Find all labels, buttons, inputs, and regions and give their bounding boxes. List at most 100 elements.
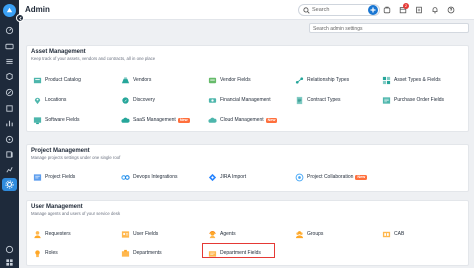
link-label: Project Fields (45, 174, 76, 180)
announcements-icon[interactable] (415, 6, 423, 14)
collapse-sidebar-button[interactable] (16, 14, 24, 22)
link-label: Contract Types (307, 97, 341, 103)
link-label: Groups (307, 231, 324, 237)
saas-management-link[interactable]: SaaS Management New (121, 114, 190, 126)
discovery-icon (121, 96, 130, 105)
link-label: Departments (133, 250, 162, 256)
link-label: Vendor Fields (220, 77, 251, 83)
asset-management-section: Asset Management Keep track of your asse… (26, 45, 469, 132)
projects-icon[interactable] (5, 135, 14, 144)
vendors-icon (121, 76, 130, 85)
groups-link[interactable]: Groups (295, 228, 323, 240)
jira-import-link[interactable]: JIRA Import (208, 171, 246, 183)
new-badge: New (265, 117, 278, 123)
problems-icon[interactable] (5, 57, 14, 66)
apps-grid-icon[interactable] (5, 258, 14, 267)
jira-icon (208, 173, 217, 182)
section-description: Manage projects settings under one singl… (31, 155, 121, 160)
link-label: Roles (45, 250, 58, 256)
financial-management-link[interactable]: Financial Management (208, 94, 271, 106)
link-label: Discovery (133, 97, 155, 103)
roles-icon (33, 249, 42, 258)
analytics-icon[interactable] (5, 119, 14, 128)
notification-count-badge: 2 (403, 3, 409, 9)
new-item-button[interactable] (368, 5, 378, 15)
reports-icon[interactable] (5, 165, 14, 174)
financial-icon (208, 96, 217, 105)
project-management-section: Project Management Manage projects setti… (26, 144, 469, 192)
new-badge: New (355, 174, 368, 180)
cab-icon (382, 230, 391, 239)
agents-headset-icon (208, 230, 217, 239)
app-logo-icon[interactable] (3, 4, 16, 17)
link-label: JIRA Import (220, 174, 247, 180)
solutions-icon[interactable] (5, 150, 14, 159)
departments-icon (121, 249, 130, 258)
admin-search-placeholder: Search admin settings (313, 25, 363, 32)
link-label: Asset Types & Fields (394, 77, 441, 83)
section-title: Asset Management (31, 49, 86, 55)
departments-link[interactable]: Departments (121, 247, 162, 259)
department-fields-highlight-box (202, 243, 275, 258)
link-label: Purchase Order Fields (394, 97, 445, 103)
link-label: Devops Integrations (133, 174, 178, 180)
devops-integrations-link[interactable]: Devops Integrations (121, 171, 177, 183)
saas-cloud-icon (121, 116, 130, 125)
dashboard-icon[interactable] (5, 26, 14, 35)
relationship-icon (295, 76, 304, 85)
link-label: Vendors (133, 77, 152, 83)
asset-types-fields-link[interactable]: Asset Types & Fields (382, 74, 441, 86)
left-nav-rail (0, 0, 19, 268)
plus-icon (370, 7, 376, 13)
notifications-bell-icon[interactable] (431, 6, 439, 14)
tickets-icon[interactable] (5, 42, 14, 51)
help-question-icon[interactable] (447, 6, 455, 14)
admin-gear-icon[interactable] (5, 180, 14, 189)
project-collaboration-link[interactable]: Project Collaboration New (295, 171, 368, 183)
link-label: Cloud Management (220, 117, 264, 123)
software-fields-link[interactable]: Software Fields (33, 114, 79, 126)
cloud-management-link[interactable]: Cloud Management New (208, 114, 278, 126)
link-label: Locations (45, 97, 67, 103)
user-fields-link[interactable]: User Fields (121, 228, 158, 240)
contract-icon (295, 96, 304, 105)
requesters-link[interactable]: Requesters (33, 228, 71, 240)
search-placeholder: Search (312, 7, 330, 13)
discovery-link[interactable]: Discovery (121, 94, 155, 106)
location-pin-icon (33, 96, 42, 105)
section-title: Project Management (31, 148, 90, 154)
admin-settings-search-input[interactable]: Search admin settings (309, 23, 469, 33)
contract-types-link[interactable]: Contract Types (295, 94, 341, 106)
product-catalog-link[interactable]: Product Catalog (33, 74, 81, 86)
vendor-fields-link[interactable]: Vendor Fields (208, 74, 251, 86)
project-fields-link[interactable]: Project Fields (33, 171, 75, 183)
marketplace-icon[interactable] (383, 6, 391, 14)
user-fields-icon (121, 230, 130, 239)
page-title: Admin (25, 5, 50, 14)
catalog-icon (33, 76, 42, 85)
section-title: User Management (31, 204, 83, 210)
vendors-link[interactable]: Vendors (121, 74, 151, 86)
link-label: Financial Management (220, 97, 271, 103)
vendor-fields-icon (208, 76, 217, 85)
purchase-order-icon (382, 96, 391, 105)
link-label: Requesters (45, 231, 71, 237)
section-description: Keep track of your assets, vendors and c… (31, 56, 156, 61)
devops-icon (121, 173, 130, 182)
relationship-types-link[interactable]: Relationship Types (295, 74, 349, 86)
locations-link[interactable]: Locations (33, 94, 66, 106)
help-icon[interactable] (5, 245, 14, 254)
roles-link[interactable]: Roles (33, 247, 58, 259)
releases-icon[interactable] (5, 88, 14, 97)
collaboration-icon (295, 173, 304, 182)
assets-icon[interactable] (5, 104, 14, 113)
link-label: SaaS Management (133, 117, 176, 123)
cab-link[interactable]: CAB (382, 228, 404, 240)
software-icon (33, 116, 42, 125)
link-label: Agents (220, 231, 236, 237)
cloud-icon (208, 116, 217, 125)
section-description: Manage agents and users of your service … (31, 211, 121, 216)
purchase-order-fields-link[interactable]: Purchase Order Fields (382, 94, 444, 106)
agents-link[interactable]: Agents (208, 228, 236, 240)
changes-icon[interactable] (5, 72, 14, 81)
